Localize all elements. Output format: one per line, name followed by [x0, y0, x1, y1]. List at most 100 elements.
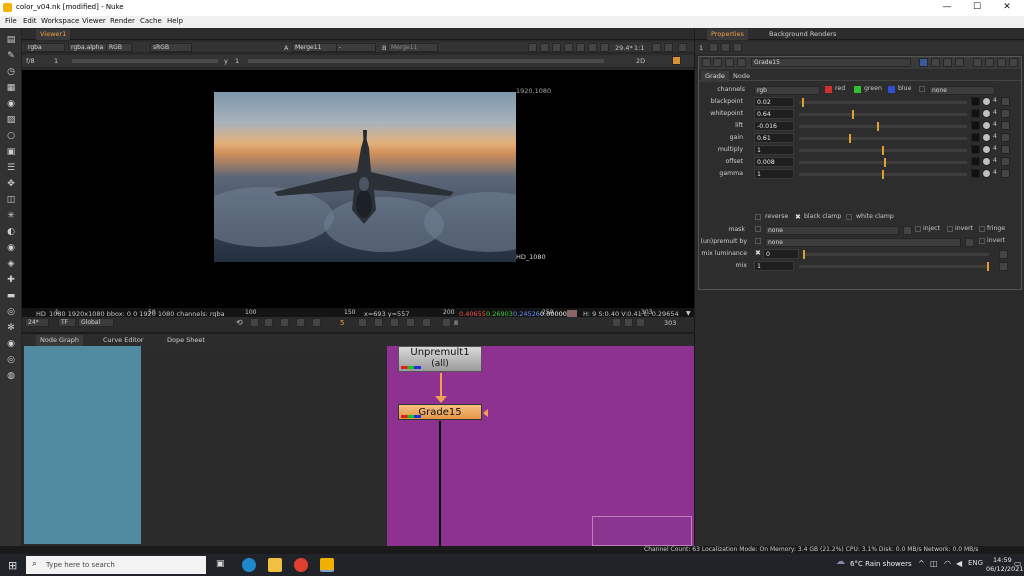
- pause-icon[interactable]: [600, 43, 609, 52]
- loop-icon[interactable]: ⟲: [236, 318, 243, 327]
- goto-start-icon[interactable]: [264, 318, 273, 327]
- nodegraph-canvas[interactable]: Unpremult1 (all) Grade15: [22, 346, 694, 546]
- unpremult-select[interactable]: none: [765, 238, 961, 247]
- color-picker-icon[interactable]: [982, 169, 991, 178]
- param-slider-handle[interactable]: [882, 146, 884, 155]
- backdrop-teal[interactable]: [24, 346, 141, 544]
- param-slider[interactable]: [799, 98, 967, 107]
- param-swatch-dark[interactable]: [971, 97, 980, 106]
- unpremult-checkbox[interactable]: [755, 238, 761, 244]
- views-icon[interactable]: ◉: [5, 242, 17, 254]
- metadata-icon[interactable]: ◈: [5, 258, 17, 270]
- menu-cache[interactable]: Cache: [140, 17, 162, 25]
- edge-icon[interactable]: [242, 558, 256, 572]
- animation-curve-icon[interactable]: [1001, 121, 1010, 130]
- gamma-field[interactable]: 1: [235, 57, 239, 65]
- color-picker-icon[interactable]: [982, 157, 991, 166]
- param-value-field[interactable]: 1: [754, 169, 794, 179]
- downscale-icon[interactable]: [564, 43, 573, 52]
- gizmo-icon[interactable]: ◎: [5, 354, 17, 366]
- notifications-icon[interactable]: ▭: [1014, 559, 1022, 568]
- float-icon[interactable]: [973, 58, 982, 67]
- prev-frame-icon[interactable]: [296, 318, 305, 327]
- nodegraph-minimap[interactable]: [592, 516, 692, 546]
- chrome-icon[interactable]: [294, 558, 308, 572]
- param-slider-handle[interactable]: [852, 110, 854, 119]
- wifi-icon[interactable]: ◠: [944, 559, 951, 568]
- max-panels-field[interactable]: 1: [699, 44, 703, 52]
- roi-icon[interactable]: [528, 43, 537, 52]
- 3d-nodes-icon[interactable]: ◫: [5, 194, 17, 206]
- weather-text[interactable]: 6°C Rain showers: [850, 560, 912, 568]
- color-picker-icon[interactable]: [982, 133, 991, 142]
- mix-anim-icon[interactable]: [999, 262, 1008, 271]
- nuke-logo-icon[interactable]: ◍: [5, 370, 17, 382]
- red-checkbox[interactable]: [825, 86, 832, 93]
- white-clamp-checkbox[interactable]: [846, 214, 852, 220]
- clear-panels-icon[interactable]: [733, 43, 742, 52]
- mix-luminance-slider[interactable]: [803, 250, 989, 259]
- node-grade15[interactable]: Grade15: [398, 404, 482, 420]
- clip-warning-icon[interactable]: [540, 43, 549, 52]
- goto-end-icon[interactable]: [406, 318, 415, 327]
- param-swatch-dark[interactable]: [971, 169, 980, 178]
- color-picker-icon[interactable]: [982, 145, 991, 154]
- filter-nodes-icon[interactable]: ▨: [5, 114, 17, 126]
- param-value-field[interactable]: 1: [754, 145, 794, 155]
- menu-viewer[interactable]: Viewer: [82, 17, 106, 25]
- channel-nodes-icon[interactable]: ▦: [5, 82, 17, 94]
- reverse-checkbox[interactable]: [755, 214, 761, 220]
- input-a-select[interactable]: Merge11: [292, 43, 342, 52]
- prev-key-icon[interactable]: [280, 318, 289, 327]
- param-value-field[interactable]: 0.008: [754, 157, 794, 167]
- mask-input-arrow[interactable]: [483, 409, 488, 417]
- center-node-icon[interactable]: [713, 58, 722, 67]
- animation-curve-icon[interactable]: [1001, 157, 1010, 166]
- collapse-icon[interactable]: [702, 58, 711, 67]
- help-icon[interactable]: [955, 58, 964, 67]
- increment-value[interactable]: 8: [454, 319, 458, 327]
- mask-select[interactable]: none: [765, 226, 899, 235]
- animation-curve-icon[interactable]: [1001, 97, 1010, 106]
- color-picker-icon[interactable]: [982, 121, 991, 130]
- out-point-icon[interactable]: [422, 318, 431, 327]
- node-unpremult1[interactable]: Unpremult1 (all): [398, 346, 482, 372]
- next-key-icon[interactable]: [390, 318, 399, 327]
- frame-field[interactable]: 1: [54, 57, 58, 65]
- unpremult-channel-icon[interactable]: [965, 238, 974, 247]
- input-b-select[interactable]: Merge11: [388, 43, 438, 52]
- wipe-select[interactable]: -: [336, 43, 376, 52]
- color-picker-icon[interactable]: [982, 109, 991, 118]
- menu-render[interactable]: Render: [110, 17, 135, 25]
- volume-icon[interactable]: ◀: [956, 559, 962, 568]
- nuke-taskbar-icon[interactable]: [320, 558, 334, 572]
- clock-time[interactable]: 14:59: [993, 556, 1012, 564]
- param-slider-handle[interactable]: [849, 134, 851, 143]
- channel-count[interactable]: 4: [993, 169, 997, 176]
- redo-icon[interactable]: [931, 58, 940, 67]
- param-swatch-dark[interactable]: [971, 121, 980, 130]
- menu-file[interactable]: File: [5, 17, 17, 25]
- param-swatch-dark[interactable]: [971, 157, 980, 166]
- param-slider-handle[interactable]: [882, 170, 884, 179]
- lock-icon[interactable]: [588, 43, 597, 52]
- revert-icon[interactable]: [943, 58, 952, 67]
- next-frame-icon[interactable]: [374, 318, 383, 327]
- param-swatch-dark[interactable]: [971, 133, 980, 142]
- layer-nodes-icon[interactable]: ☰: [5, 162, 17, 174]
- proxy-icon[interactable]: [552, 43, 561, 52]
- param-value-field[interactable]: 0.02: [754, 97, 794, 107]
- invert2-checkbox[interactable]: [979, 238, 985, 244]
- viewer-canvas[interactable]: 1920,1080 HD_1080: [22, 70, 694, 308]
- tab-viewer1[interactable]: Viewer1: [36, 29, 71, 40]
- colorspace-select[interactable]: sRGB: [150, 43, 192, 52]
- exposure-slider[interactable]: [72, 59, 218, 63]
- keyer-nodes-icon[interactable]: ○: [5, 130, 17, 142]
- maximize-button[interactable]: ☐: [962, 1, 992, 14]
- zoom-ratio[interactable]: 1:1: [634, 44, 644, 52]
- fringe-checkbox[interactable]: [979, 226, 985, 232]
- play-backward-icon[interactable]: [312, 318, 321, 327]
- undo-icon[interactable]: [919, 58, 928, 67]
- transform-nodes-icon[interactable]: ✥: [5, 178, 17, 190]
- merge-nodes-icon[interactable]: ▣: [5, 146, 17, 158]
